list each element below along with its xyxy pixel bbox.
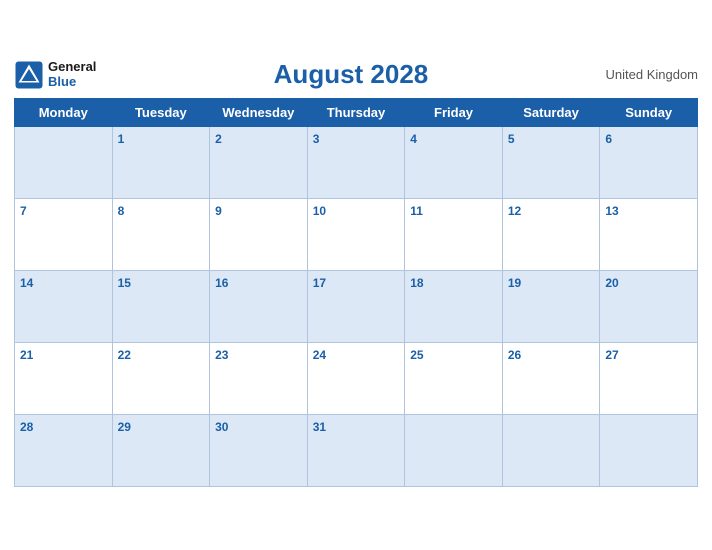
calendar-cell: 7: [15, 199, 113, 271]
day-number: 5: [508, 132, 515, 146]
calendar-table: Monday Tuesday Wednesday Thursday Friday…: [14, 98, 698, 487]
calendar-cell: 9: [210, 199, 308, 271]
calendar-body: 1234567891011121314151617181920212223242…: [15, 127, 698, 487]
calendar-row-1: 7 8 9 10 11 12 13: [15, 199, 698, 271]
calendar-cell: [502, 415, 600, 487]
logo-blue: Blue: [48, 75, 96, 89]
logo-general: General: [48, 60, 96, 74]
calendar-cell: 5: [502, 127, 600, 199]
calendar-cell: 6: [600, 127, 698, 199]
day-number: 14: [20, 276, 33, 290]
day-number: 11: [410, 204, 423, 218]
day-number: 8: [118, 204, 125, 218]
calendar-cell: 26: [502, 343, 600, 415]
header-friday: Friday: [405, 99, 503, 127]
day-number: 25: [410, 348, 423, 362]
logo-area: General Blue: [14, 60, 96, 90]
country-label: United Kingdom: [606, 67, 699, 82]
calendar-cell: 24: [307, 343, 405, 415]
day-number: 18: [410, 276, 423, 290]
day-number: 23: [215, 348, 228, 362]
calendar-row-3: 21 22 23 24 25 26 27: [15, 343, 698, 415]
day-number: 9: [215, 204, 222, 218]
calendar-header: General Blue August 2028 United Kingdom: [14, 59, 698, 90]
day-number: 21: [20, 348, 33, 362]
weekday-header-row: Monday Tuesday Wednesday Thursday Friday…: [15, 99, 698, 127]
day-number: 7: [20, 204, 27, 218]
calendar-title: August 2028: [96, 59, 605, 90]
header-sunday: Sunday: [600, 99, 698, 127]
calendar-cell: 23: [210, 343, 308, 415]
header-monday: Monday: [15, 99, 113, 127]
calendar-cell: 13: [600, 199, 698, 271]
day-number: 19: [508, 276, 521, 290]
calendar-cell: 1: [112, 127, 210, 199]
calendar-cell: 27: [600, 343, 698, 415]
calendar-cell: 14: [15, 271, 113, 343]
header-wednesday: Wednesday: [210, 99, 308, 127]
calendar-cell: 22: [112, 343, 210, 415]
day-number: 29: [118, 420, 131, 434]
day-number: 15: [118, 276, 131, 290]
day-number: 13: [605, 204, 618, 218]
header-thursday: Thursday: [307, 99, 405, 127]
calendar-cell: 2: [210, 127, 308, 199]
calendar-cell: 3: [307, 127, 405, 199]
day-number: 26: [508, 348, 521, 362]
calendar-cell: 18: [405, 271, 503, 343]
day-number: 2: [215, 132, 222, 146]
calendar-cell: 8: [112, 199, 210, 271]
calendar-row-0: 1 2 3 4 5 6: [15, 127, 698, 199]
day-number: 1: [118, 132, 125, 146]
day-number: 31: [313, 420, 326, 434]
day-number: 17: [313, 276, 326, 290]
day-number: 4: [410, 132, 417, 146]
day-number: 20: [605, 276, 618, 290]
day-number: 3: [313, 132, 320, 146]
calendar-cell: 19: [502, 271, 600, 343]
day-number: 28: [20, 420, 33, 434]
calendar-cell: 12: [502, 199, 600, 271]
header-saturday: Saturday: [502, 99, 600, 127]
header-tuesday: Tuesday: [112, 99, 210, 127]
day-number: 30: [215, 420, 228, 434]
calendar-cell: 25: [405, 343, 503, 415]
calendar-cell: [15, 127, 113, 199]
generalblue-logo-icon: [14, 60, 44, 90]
calendar-cell: 15: [112, 271, 210, 343]
day-number: 22: [118, 348, 131, 362]
logo-text: General Blue: [48, 60, 96, 89]
calendar-cell: 29: [112, 415, 210, 487]
calendar-cell: 11: [405, 199, 503, 271]
day-number: 24: [313, 348, 326, 362]
calendar-cell: 17: [307, 271, 405, 343]
calendar-cell: 20: [600, 271, 698, 343]
day-number: 10: [313, 204, 326, 218]
calendar-cell: 4: [405, 127, 503, 199]
day-number: 12: [508, 204, 521, 218]
day-number: 16: [215, 276, 228, 290]
calendar-cell: 21: [15, 343, 113, 415]
calendar-cell: 10: [307, 199, 405, 271]
day-number: 6: [605, 132, 612, 146]
calendar-cell: 31: [307, 415, 405, 487]
calendar-wrapper: General Blue August 2028 United Kingdom …: [0, 49, 712, 501]
calendar-row-2: 14 15 16 17 18 19 20: [15, 271, 698, 343]
calendar-cell: 28: [15, 415, 113, 487]
calendar-cell: 30: [210, 415, 308, 487]
day-number: 27: [605, 348, 618, 362]
calendar-cell: [405, 415, 503, 487]
calendar-cell: 16: [210, 271, 308, 343]
calendar-row-4: 28 29 30 31: [15, 415, 698, 487]
calendar-cell: [600, 415, 698, 487]
